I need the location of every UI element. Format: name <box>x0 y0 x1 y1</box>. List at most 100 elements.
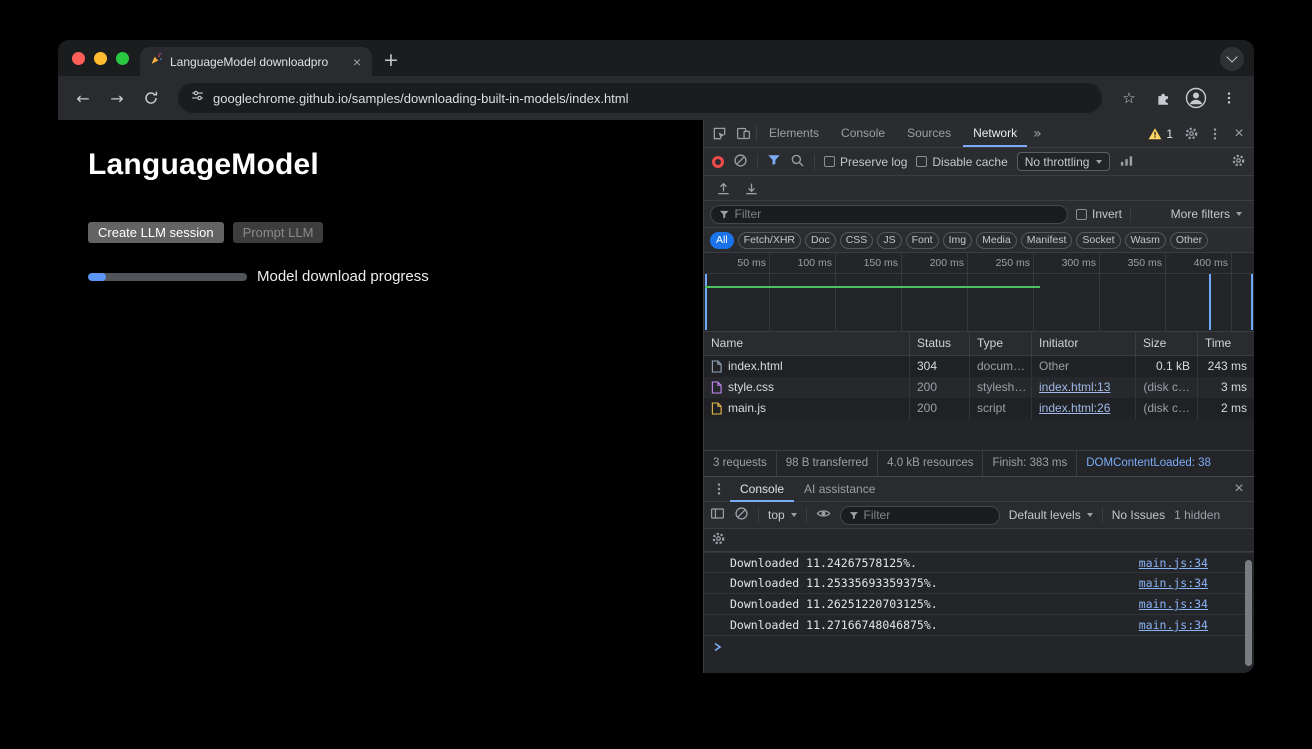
console-scrollbar[interactable] <box>1245 560 1252 666</box>
source-link[interactable]: main.js:34 <box>1139 576 1208 590</box>
chip-socket[interactable]: Socket <box>1076 232 1120 249</box>
clear-network-log-icon[interactable] <box>733 153 748 171</box>
prompt-llm-button[interactable]: Prompt LLM <box>233 222 324 243</box>
filter-toggle-icon[interactable] <box>767 153 781 170</box>
throttling-select[interactable]: No throttling <box>1017 152 1111 171</box>
initiator-link[interactable]: index.html:26 <box>1039 401 1110 415</box>
console-sidebar-icon[interactable] <box>710 506 725 524</box>
summary-finish: Finish: 383 ms <box>983 451 1077 476</box>
chip-fetch-xhr[interactable]: Fetch/XHR <box>738 232 801 249</box>
col-status[interactable]: Status <box>910 332 970 355</box>
source-link[interactable]: main.js:34 <box>1139 597 1208 611</box>
request-row-style-css[interactable]: style.css 200 stylesh… index.html:13 (di… <box>704 377 1254 398</box>
caret-down-icon <box>1096 160 1102 164</box>
inspect-element-icon[interactable] <box>708 123 730 145</box>
close-window-button[interactable] <box>72 52 85 65</box>
minimize-window-button[interactable] <box>94 52 107 65</box>
more-filters-dropdown[interactable]: More filters <box>1171 207 1248 221</box>
source-link[interactable]: main.js:34 <box>1139 556 1208 570</box>
disable-cache-checkbox[interactable]: Disable cache <box>916 155 1007 169</box>
chip-all[interactable]: All <box>710 232 734 249</box>
chip-other[interactable]: Other <box>1170 232 1208 249</box>
new-tab-button[interactable]: + <box>378 48 404 72</box>
browser-tab[interactable]: LanguageModel downloadpro × <box>140 47 372 76</box>
forward-button[interactable]: → <box>102 83 132 113</box>
address-bar[interactable]: googlechrome.github.io/samples/downloadi… <box>178 83 1102 113</box>
warning-icon <box>1148 127 1162 140</box>
request-initiator: Other <box>1032 356 1136 377</box>
invert-label: Invert <box>1092 207 1122 221</box>
drawer-tab-console[interactable]: Console <box>730 477 794 502</box>
profile-avatar[interactable] <box>1182 84 1210 112</box>
console-settings-row <box>704 529 1254 552</box>
export-har-icon[interactable] <box>740 177 762 199</box>
bookmark-star-icon[interactable]: ☆ <box>1114 83 1144 113</box>
invert-checkbox[interactable]: Invert <box>1076 207 1122 221</box>
message-text: Downloaded 11.26251220703125%. <box>730 597 938 611</box>
tab-sources[interactable]: Sources <box>897 120 961 147</box>
col-time[interactable]: Time <box>1198 332 1254 355</box>
console-filter-field[interactable] <box>864 508 991 522</box>
request-time: 243 ms <box>1198 356 1254 377</box>
chip-font[interactable]: Font <box>906 232 939 249</box>
request-name: main.js <box>728 398 766 419</box>
devtools-menu-icon[interactable] <box>1204 123 1226 145</box>
request-row-index-html[interactable]: index.html 304 docum… Other 0.1 kB 243 m… <box>704 356 1254 377</box>
chip-wasm[interactable]: Wasm <box>1125 232 1166 249</box>
tab-elements[interactable]: Elements <box>759 120 829 147</box>
tab-close-icon[interactable]: × <box>351 55 363 69</box>
chip-img[interactable]: Img <box>943 232 973 249</box>
initiator-link[interactable]: index.html:13 <box>1039 380 1110 394</box>
col-size[interactable]: Size <box>1136 332 1198 355</box>
network-filter-input[interactable] <box>710 205 1068 224</box>
col-name[interactable]: Name <box>704 332 910 355</box>
tab-console[interactable]: Console <box>831 120 895 147</box>
issues-badge[interactable]: 1 <box>1143 127 1178 141</box>
chip-css[interactable]: CSS <box>840 232 874 249</box>
zoom-window-button[interactable] <box>116 52 129 65</box>
record-network-log-button[interactable] <box>712 156 724 168</box>
chip-media[interactable]: Media <box>976 232 1017 249</box>
drawer-menu-icon[interactable] <box>708 478 730 500</box>
hidden-messages-count[interactable]: 1 hidden <box>1174 508 1220 522</box>
extensions-puzzle-icon[interactable] <box>1148 83 1178 113</box>
chip-js[interactable]: JS <box>877 232 901 249</box>
timeline-tick: 100 ms <box>770 253 836 273</box>
network-conditions-icon[interactable] <box>1119 153 1134 171</box>
tab-search-button[interactable] <box>1220 47 1244 71</box>
console-prompt[interactable] <box>704 636 1254 656</box>
chip-manifest[interactable]: Manifest <box>1021 232 1073 249</box>
console-filter-input[interactable] <box>840 506 1000 525</box>
issues-counter[interactable]: No Issues <box>1112 508 1165 522</box>
site-settings-icon[interactable] <box>191 89 204 107</box>
window-controls <box>72 52 129 65</box>
browser-menu-icon[interactable] <box>1214 83 1244 113</box>
device-toolbar-icon[interactable] <box>732 123 754 145</box>
devtools-settings-gear-icon[interactable] <box>1180 123 1202 145</box>
source-link[interactable]: main.js:34 <box>1139 618 1208 632</box>
network-settings-gear-icon[interactable] <box>1231 153 1246 171</box>
live-expression-eye-icon[interactable] <box>816 506 831 524</box>
reload-button[interactable] <box>136 83 166 113</box>
tab-network[interactable]: Network <box>963 120 1027 147</box>
drawer-tab-ai-assistance[interactable]: AI assistance <box>794 477 885 502</box>
create-llm-session-button[interactable]: Create LLM session <box>88 222 224 243</box>
drawer-close-icon[interactable]: × <box>1228 478 1250 500</box>
clear-console-icon[interactable] <box>734 506 749 524</box>
devtools-close-icon[interactable]: × <box>1228 123 1250 145</box>
back-button[interactable]: ← <box>68 83 98 113</box>
request-status: 304 <box>910 356 970 377</box>
execution-context-select[interactable]: top <box>768 508 797 522</box>
search-icon[interactable] <box>790 153 805 171</box>
console-settings-gear-icon[interactable] <box>711 531 726 549</box>
preserve-log-label: Preserve log <box>840 155 907 169</box>
import-har-icon[interactable] <box>712 177 734 199</box>
col-initiator[interactable]: Initiator <box>1032 332 1136 355</box>
request-row-main-js[interactable]: main.js 200 script index.html:26 (disk c… <box>704 398 1254 419</box>
filter-text-field[interactable] <box>735 207 1060 221</box>
more-tabs-icon[interactable]: » <box>1029 126 1046 142</box>
col-type[interactable]: Type <box>970 332 1032 355</box>
chip-doc[interactable]: Doc <box>805 232 836 249</box>
log-levels-select[interactable]: Default levels <box>1009 508 1093 522</box>
preserve-log-checkbox[interactable]: Preserve log <box>824 155 907 169</box>
